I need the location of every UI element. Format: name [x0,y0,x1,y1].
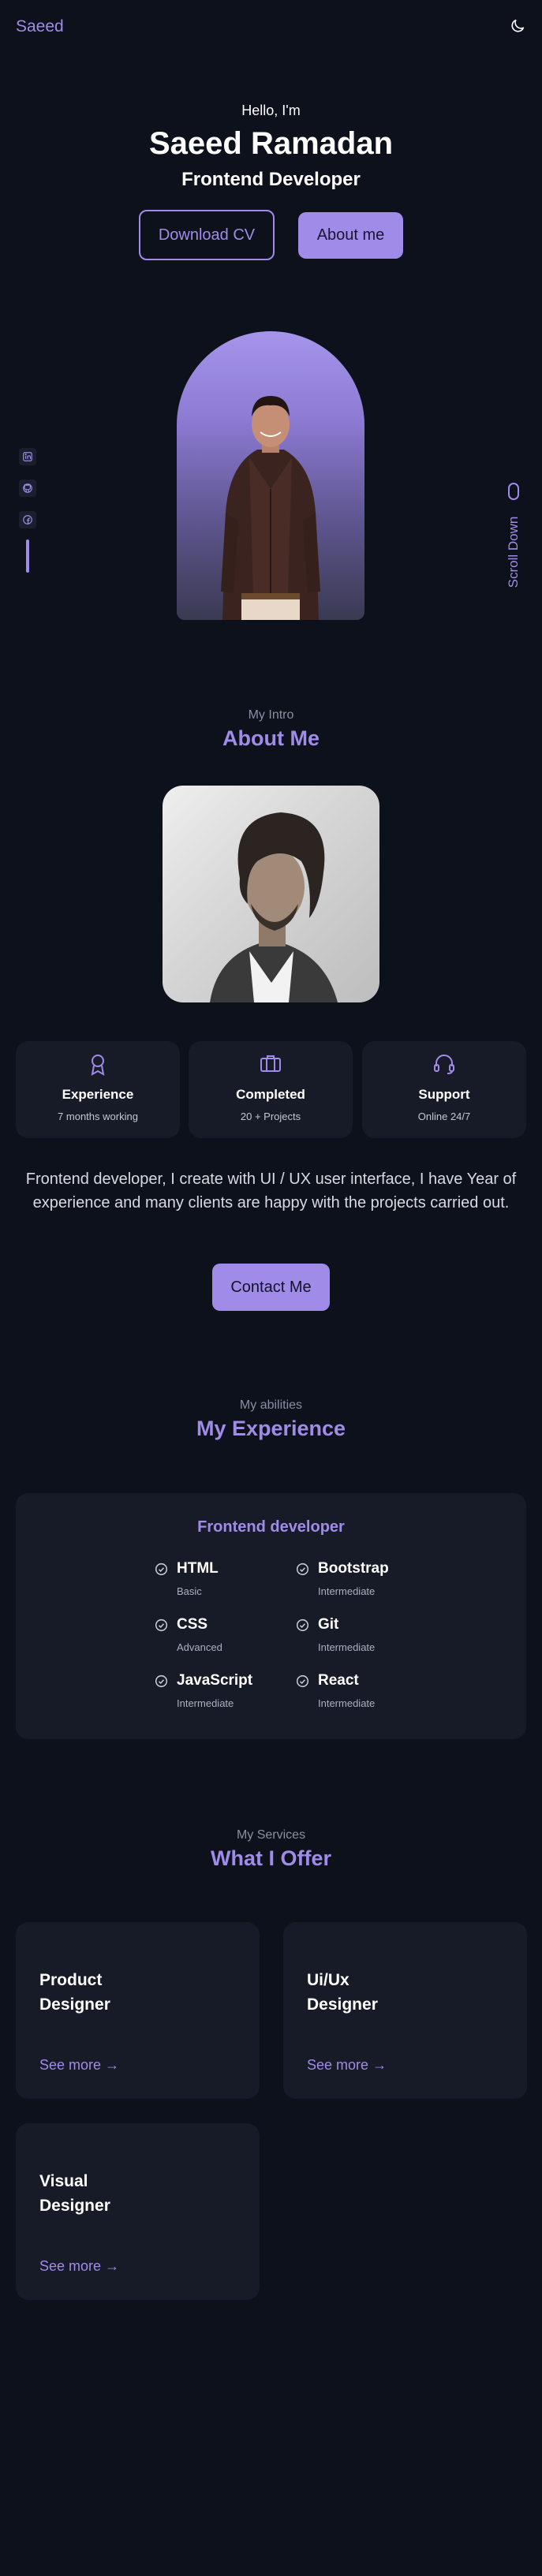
skill-level: Advanced [177,1641,222,1653]
arrow-right-icon: → [105,2258,120,2274]
see-more-link[interactable]: See more → [39,2057,119,2074]
github-icon[interactable] [19,480,36,497]
skill-react: React Intermediate [296,1672,430,1712]
completed-card-subtitle: 20 + Projects [240,1111,301,1122]
service-title-line1: Ui/Ux [307,1971,349,1989]
service-title-line2: Designer [39,1995,110,2014]
service-title-line1: Product [39,1971,103,1989]
hero-role: Frontend Developer [181,169,361,190]
skill-html: HTML Basic [155,1560,289,1600]
service-title-line2: Designer [307,1995,378,2014]
briefcase-icon [260,1055,281,1072]
see-more-link[interactable]: See more → [307,2057,387,2074]
skill-name: CSS [177,1616,208,1633]
see-more-link[interactable]: See more → [39,2258,119,2275]
frontend-skills-card: Frontend developer HTML Basic Bootstrap … [16,1493,526,1739]
completed-card-title: Completed [236,1087,305,1102]
skill-javascript: JavaScript Intermediate [155,1672,289,1712]
contact-me-button[interactable]: Contact Me [212,1264,330,1311]
check-circle-icon [296,1618,309,1632]
check-circle-icon [155,1562,168,1576]
check-circle-icon [296,1674,309,1688]
skill-level: Intermediate [318,1697,376,1709]
service-card-uiux-designer: Ui/Ux Designer See more → [283,1922,527,2099]
headset-icon [434,1055,454,1074]
support-card: Support Online 24/7 [362,1041,526,1138]
skill-name: Git [318,1616,339,1633]
experience-title: My Experience [196,1417,346,1440]
experience-card-title: Experience [62,1087,134,1102]
skill-name: HTML [177,1560,219,1577]
site-logo[interactable]: Saeed [16,17,64,36]
experience-card-subtitle: 7 months working [58,1111,138,1122]
hero-profile-image [177,331,364,620]
hero-greeting: Hello, I'm [241,103,301,118]
skill-level: Intermediate [177,1697,234,1709]
about-portrait-image [163,786,379,1002]
service-card-visual-designer: Visual Designer See more → [16,2123,260,2300]
hero-name: Saeed Ramadan [148,126,394,161]
service-title-line1: Visual [39,2172,88,2190]
experience-subtitle: My abilities [239,1398,303,1412]
skill-name: JavaScript [177,1672,253,1689]
about-subtitle: My Intro [248,708,294,722]
arrow-right-icon: → [372,2057,387,2073]
check-circle-icon [155,1674,168,1688]
skills-card-title: Frontend developer [197,1518,345,1536]
services-title: What I Offer [211,1846,331,1870]
skill-level: Intermediate [318,1585,376,1597]
service-title-line2: Designer [39,2197,110,2215]
skill-level: Intermediate [318,1641,376,1653]
support-card-title: Support [418,1087,470,1102]
skill-git: Git Intermediate [296,1616,430,1656]
check-circle-icon [155,1618,168,1632]
skill-css: CSS Advanced [155,1616,289,1656]
about-me-button[interactable]: About me [298,212,403,259]
social-divider [26,539,29,573]
award-icon [91,1055,105,1076]
arrow-right-icon: → [105,2057,120,2073]
about-description: Frontend developer, I create with UI / U… [25,1170,517,1211]
service-card-product-designer: Product Designer See more → [16,1922,260,2099]
skill-name: Bootstrap [318,1560,389,1577]
services-subtitle: My Services [236,1828,306,1842]
skill-level: Basic [177,1585,202,1597]
check-circle-icon [296,1562,309,1576]
experience-card: Experience 7 months working [16,1041,180,1138]
support-card-subtitle: Online 24/7 [417,1111,471,1122]
about-title: About Me [222,726,320,750]
completed-card: Completed 20 + Projects [189,1041,353,1138]
skill-bootstrap: Bootstrap Intermediate [296,1560,430,1600]
facebook-icon[interactable] [19,511,36,528]
scroll-down-link[interactable]: Scroll Down [506,517,521,588]
skill-name: React [318,1672,359,1689]
download-cv-button[interactable]: Download CV [139,210,275,260]
moon-icon[interactable] [509,17,526,35]
linkedin-icon[interactable] [19,448,36,465]
mouse-icon[interactable] [508,483,519,500]
